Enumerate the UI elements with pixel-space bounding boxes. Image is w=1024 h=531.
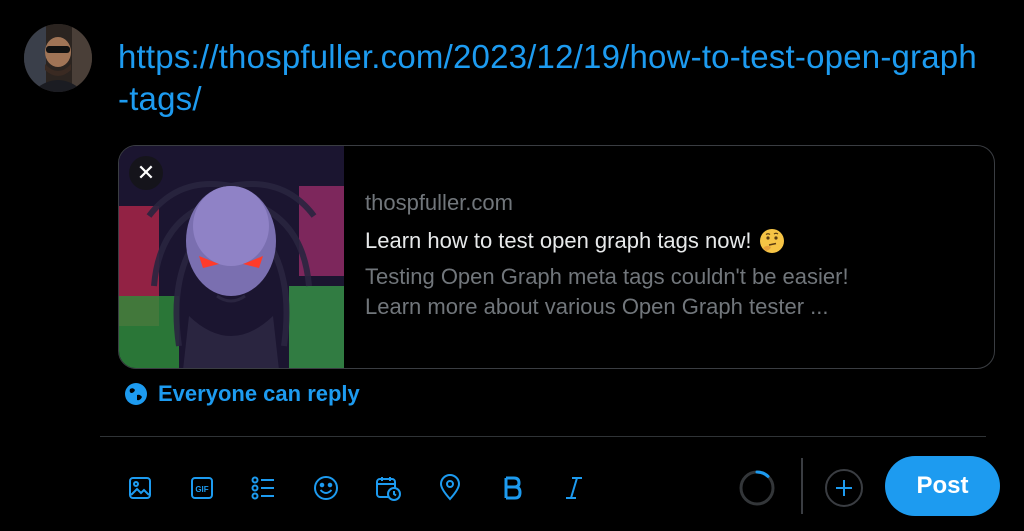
gif-icon: GIF	[191, 477, 213, 499]
schedule-button[interactable]	[366, 466, 410, 510]
poll-icon	[251, 476, 274, 500]
link-card[interactable]: ✕ thospfuller.com Learn how to test open…	[118, 145, 995, 369]
italic-icon	[566, 477, 582, 499]
plus-circle-icon	[825, 469, 863, 507]
avatar[interactable]	[24, 24, 92, 92]
globe-icon	[125, 383, 147, 405]
card-title-text: Learn how to test open graph tags now!	[365, 228, 752, 253]
schedule-icon	[376, 477, 401, 501]
add-poll-button[interactable]	[242, 466, 286, 510]
toolbar-separator	[801, 458, 803, 514]
add-gif-button[interactable]: GIF	[180, 466, 224, 510]
card-body: thospfuller.com Learn how to test open g…	[365, 188, 975, 322]
add-emoji-button[interactable]	[304, 466, 348, 510]
bold-icon	[504, 476, 522, 500]
reply-setting-button[interactable]: Everyone can reply	[124, 381, 360, 407]
character-count-ring	[739, 470, 775, 506]
composer-text[interactable]: https://thospfuller.com/2023/12/19/how-t…	[118, 36, 978, 120]
remove-card-button[interactable]: ✕	[129, 156, 163, 190]
bold-button[interactable]	[490, 466, 534, 510]
divider	[100, 436, 986, 437]
emoji-icon	[314, 476, 338, 500]
card-title: Learn how to test open graph tags now!	[365, 226, 975, 256]
image-icon	[129, 477, 151, 499]
add-location-button[interactable]	[428, 466, 472, 510]
add-post-button[interactable]	[822, 466, 866, 510]
add-media-button[interactable]	[118, 466, 162, 510]
post-button[interactable]: Post	[885, 456, 1000, 516]
card-description: Testing Open Graph meta tags couldn't be…	[365, 262, 975, 322]
card-description-line: Testing Open Graph meta tags couldn't be…	[365, 264, 849, 289]
thinking-face-icon	[760, 229, 785, 253]
composer-toolbar: GIF	[118, 466, 614, 510]
card-domain: thospfuller.com	[365, 190, 513, 215]
card-description-line: Learn more about various Open Graph test…	[365, 294, 829, 319]
card-image: ✕	[119, 146, 344, 368]
svg-text:GIF: GIF	[195, 485, 208, 494]
reply-setting-label: Everyone can reply	[158, 381, 360, 406]
italic-button[interactable]	[552, 466, 596, 510]
location-icon	[439, 474, 461, 501]
close-icon: ✕	[136, 160, 156, 185]
